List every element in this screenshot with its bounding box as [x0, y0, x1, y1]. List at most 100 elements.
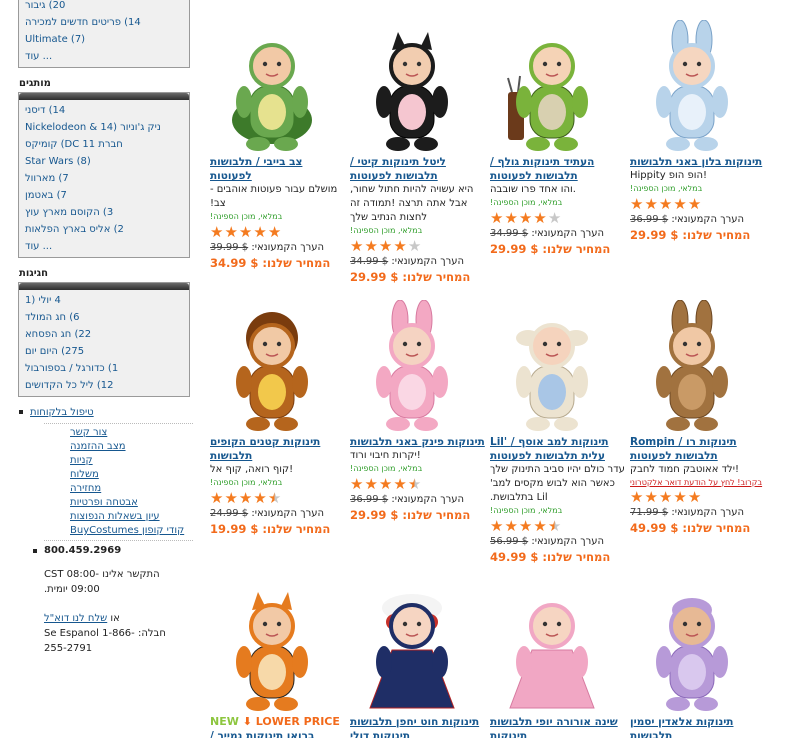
star-icon: ★	[253, 222, 267, 241]
product-name-link[interactable]: שינה אורורה יופי תלבושות	[490, 715, 625, 729]
product-card: Lil' תינוקות למב אוסף / עלית תלבושות לפע…	[490, 300, 625, 565]
product-image[interactable]	[630, 300, 755, 435]
half-star-icon: ★	[407, 474, 422, 493]
retail-price: 34.99 $ הערך הקמעונאי:	[350, 256, 465, 267]
rating-stars: ★ ★ ★ ★ ★	[630, 195, 765, 213]
star-icon: ★	[658, 194, 673, 213]
rating-stars: ★ ★ ★ ★ ★	[350, 237, 485, 255]
product-card: NEW ⬇ LOWER PRICE ברואו תינוקות נמייר /	[210, 580, 345, 738]
product-name-link[interactable]: תינוקות	[490, 729, 625, 738]
category-item[interactable]: 20) גיבור	[19, 0, 189, 14]
star-icon: ★	[490, 208, 504, 227]
star-icon: ★	[504, 516, 518, 535]
category-item[interactable]: 6) חג המולד	[19, 309, 189, 326]
email-us-link[interactable]: שלח לנו דוא"ל	[44, 613, 107, 624]
rating-stars: ★ ★ ★ ★ ★	[630, 488, 765, 506]
service-link-returns[interactable]: מחזירה	[70, 482, 193, 496]
service-link-contact[interactable]: צור קשר	[70, 426, 193, 440]
customer-service-link[interactable]: טיפול בלקוחות	[18, 404, 193, 421]
category-item[interactable]: חברת DC 11) קומיקס	[19, 136, 189, 153]
service-hours: התקשר אלינו CST 08:00-09:00 יומית.	[44, 569, 160, 595]
product-image[interactable]	[210, 20, 335, 155]
more-link[interactable]: עוד ...	[19, 48, 189, 65]
product-name-link[interactable]: תינוקות פינק באני תלבושות	[350, 435, 485, 449]
category-item[interactable]: Ultimate (7)	[19, 31, 189, 48]
category-box-top: 20) גיבור 14) פריטים חדשים למכירה Ultima…	[18, 0, 190, 68]
email-line: או שלח לנו דוא"ל	[18, 597, 193, 626]
service-link-order-status[interactable]: מצב ההזמנה	[70, 440, 193, 454]
service-link-coupons[interactable]: קודי קופון BuyCostumes	[70, 524, 193, 538]
product-image[interactable]	[490, 20, 615, 155]
product-image[interactable]	[630, 580, 755, 715]
star-icon: ★	[364, 236, 378, 255]
empty-star-icon: ★	[547, 208, 562, 227]
star-icon: ★	[393, 236, 407, 255]
service-link-privacy[interactable]: אבטחה ופרטיות	[70, 496, 193, 510]
star-icon: ★	[673, 194, 687, 213]
retail-price: 24.99 $ הערך הקמעונאי:	[210, 508, 325, 519]
retail-price: 39.99 $ הערך הקמעונאי:	[210, 242, 325, 253]
product-name-link[interactable]: צב בייבי / תלבושות לפעוטות	[210, 155, 345, 183]
service-link-shopping[interactable]: קניות	[70, 454, 193, 468]
divider	[44, 423, 193, 424]
star-icon: ★	[393, 474, 407, 493]
category-item[interactable]: Star Wars (8)	[19, 153, 189, 170]
empty-star-icon: ★	[407, 236, 422, 255]
product-name-link[interactable]: Lil' תינוקות למב אוסף / עלית תלבושות לפע…	[490, 435, 625, 463]
box-header-bar	[19, 283, 189, 290]
product-image[interactable]	[210, 580, 335, 715]
star-icon: ★	[504, 208, 518, 227]
rating-stars: ★ ★ ★ ★ ★	[490, 517, 625, 535]
product-name-link[interactable]: תינוקות אלאדין יסמין	[630, 715, 765, 729]
category-item[interactable]: 3) הקוסם מארץ עוץ	[19, 204, 189, 221]
star-icon: ★	[630, 194, 644, 213]
product-card: Rompin / תינוקות רו תלבושות לפעוטות !ילד …	[630, 300, 765, 536]
category-item[interactable]: 4 יולי (1	[19, 292, 189, 309]
category-item[interactable]: 22) חג הפסחא	[19, 326, 189, 343]
product-description: !ילד אאוטבק חמוד לחבק	[630, 464, 739, 475]
category-box-holidays: 4 יולי (1 6) חג המולד 22) חג הפסחא 275) …	[18, 282, 190, 397]
more-link[interactable]: עוד ...	[19, 238, 189, 255]
our-price: 49.99 $ המחיר שלנו:	[490, 550, 611, 564]
star-icon: ★	[238, 488, 253, 507]
category-item[interactable]: 14) פריטים חדשים למכירה	[19, 14, 189, 31]
category-item[interactable]: 12) ליל כל הקדושים	[19, 377, 189, 394]
category-item[interactable]: 7) מארוול	[19, 170, 189, 187]
espanol-line: Se Espanol חבלה: 1-866-255-2791	[44, 628, 166, 654]
product-name-link[interactable]: תינוקות בלון באני תלבושות	[630, 155, 765, 169]
product-image[interactable]	[350, 580, 475, 715]
stock-status: במלאי, מוכן הספינה!	[490, 506, 563, 515]
category-item[interactable]: Nickelodeon & 14) ניק ג'וניור	[19, 119, 189, 136]
phone-number: 800.459.2969	[18, 543, 193, 559]
star-icon: ★	[210, 222, 224, 241]
product-name-link[interactable]: Rompin / תינוקות רו תלבושות לפעוטות	[630, 435, 765, 463]
product-image[interactable]	[490, 580, 615, 715]
category-item[interactable]: 1) כדורגל / בספורבול	[19, 360, 189, 377]
star-icon: ★	[518, 208, 533, 227]
product-card: ליטל תינוקות קיטי / תלבושות לפעוטות היא ע…	[350, 20, 485, 285]
product-image[interactable]	[490, 300, 615, 435]
category-item[interactable]: 275) היום יום	[19, 343, 189, 360]
notify-link[interactable]: בקרוב! לחץ על הודעת דואר אלקטרוני	[630, 477, 765, 488]
star-icon: ★	[687, 487, 702, 506]
star-icon: ★	[673, 487, 687, 506]
service-link-faq[interactable]: עיון בשאלות הנפוצות	[70, 510, 193, 524]
retail-price: 36.99 $ הערך הקמעונאי:	[630, 214, 745, 225]
category-item[interactable]: 7) באטמן	[19, 187, 189, 204]
service-link-shipping[interactable]: משלוח	[70, 468, 193, 482]
product-image[interactable]	[630, 20, 755, 155]
product-name-link[interactable]: תלבושות	[630, 729, 765, 738]
product-name-link[interactable]: תינוקות קטנים הקופים תלבושות	[210, 435, 345, 463]
product-image[interactable]	[210, 300, 335, 435]
product-name-link[interactable]: ליטל תינוקות קיטי / תלבושות לפעוטות	[350, 155, 485, 183]
product-image[interactable]	[350, 20, 475, 155]
category-item[interactable]: 2) אליס בארץ הפלאות	[19, 221, 189, 238]
product-description: Hippity הופ הופ!	[630, 170, 707, 181]
product-image[interactable]	[350, 300, 475, 435]
product-name-link[interactable]: העתיד תינוקות גולף / תלבושות לפעוטות	[490, 155, 625, 183]
product-card: תינוקות פינק באני תלבושות !יקרות חיבוי ור…	[350, 300, 485, 523]
product-name-link[interactable]: תינוקות חוט יחפן תלבושות	[350, 715, 485, 729]
category-item[interactable]: 14) דיסני	[19, 102, 189, 119]
product-name-link[interactable]: תינוקות דולי	[350, 729, 485, 738]
product-name-link[interactable]: ברואו תינוקות נמייר /	[210, 729, 345, 738]
